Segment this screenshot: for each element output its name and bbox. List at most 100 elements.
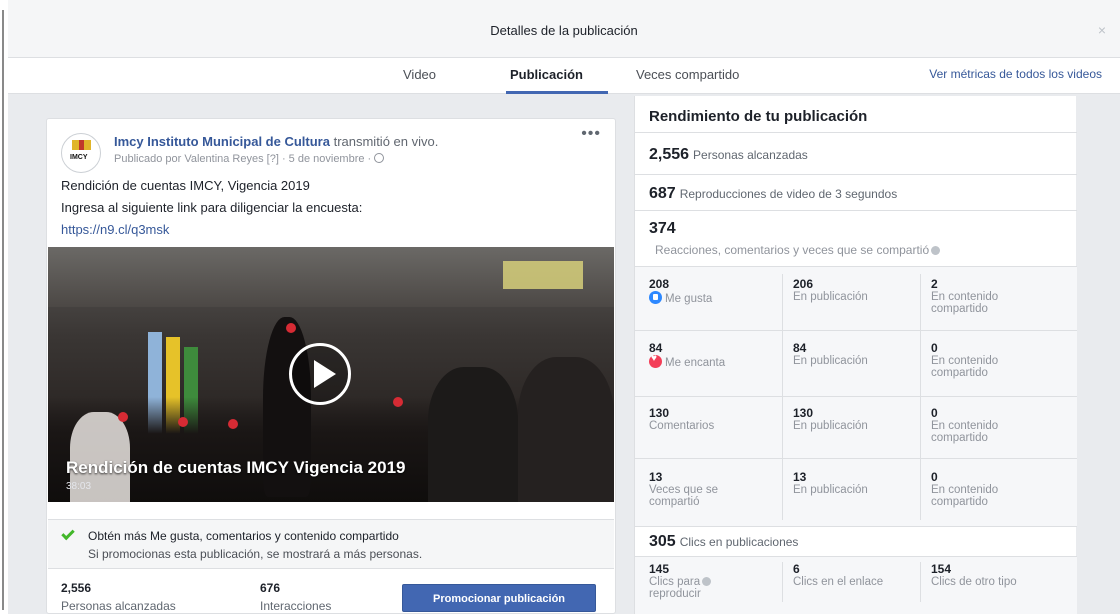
comments-on-shares-cell: 0 En contenido compartido bbox=[931, 406, 1067, 445]
post-reach-label: Personas alcanzadas bbox=[61, 599, 176, 613]
engagement-label-row: Reacciones, comentarios y veces que se c… bbox=[655, 243, 941, 257]
shares-label-2: compartió bbox=[649, 496, 700, 508]
page-name-link[interactable]: Imcy Instituto Municipal de Cultura bbox=[114, 134, 330, 149]
shares-on-shares-value: 0 bbox=[931, 470, 938, 484]
reach-stat: 2,556 Personas alcanzadas bbox=[649, 146, 808, 164]
comments-label: Comentarios bbox=[649, 420, 715, 432]
likes-on-shares-label: En contenido bbox=[931, 291, 999, 303]
video-duration: 38:03 bbox=[66, 481, 92, 492]
comments-value: 130 bbox=[649, 406, 670, 420]
post-text-line1: Rendición de cuentas IMCY, Vigencia 2019 bbox=[61, 178, 310, 193]
page-avatar[interactable]: IMCY bbox=[61, 133, 101, 173]
promotion-tip: Obtén más Me gusta, comentarios y conten… bbox=[48, 519, 614, 569]
shares-on-shares-label-2: compartido bbox=[931, 496, 988, 508]
post-action-text: transmitió en vivo. bbox=[329, 134, 439, 149]
comments-on-shares-value: 0 bbox=[931, 406, 938, 420]
shares-on-shares-cell: 0 En contenido compartido bbox=[931, 470, 1067, 509]
shares-on-post-label: En publicación bbox=[793, 484, 868, 496]
love-icon bbox=[649, 353, 662, 368]
plays-3s-value: 687 bbox=[649, 185, 676, 202]
post-details-dialog: Detalles de la publicación × Video Publi… bbox=[8, 0, 1120, 614]
play-clicks-cell: 145 Clics para reproducir bbox=[649, 563, 785, 600]
post-link[interactable]: https://n9.cl/q3msk bbox=[61, 222, 169, 237]
close-icon[interactable]: × bbox=[1098, 22, 1106, 38]
dialog-titlebar: Detalles de la publicación × bbox=[8, 0, 1120, 58]
play-clicks-label: Clics para bbox=[649, 576, 701, 588]
clicks-value: 305 bbox=[649, 533, 676, 550]
engagement-value: 374 bbox=[649, 220, 676, 237]
likes-cell: 208 Me gusta bbox=[649, 278, 785, 305]
tab-veces-compartido[interactable]: Veces compartido bbox=[636, 67, 739, 82]
loves-label: Me encanta bbox=[665, 357, 726, 369]
loves-on-post-label: En publicación bbox=[793, 355, 868, 367]
post-preview-card: IMCY Imcy Instituto Municipal de Cultura… bbox=[46, 118, 616, 614]
plays-3s-stat: 687 Reproducciones de video de 3 segundos bbox=[649, 185, 897, 203]
left-edge bbox=[0, 0, 8, 614]
likes-label: Me gusta bbox=[665, 293, 713, 305]
tab-video[interactable]: Video bbox=[403, 67, 436, 82]
video-title: Rendición de cuentas IMCY Vigencia 2019 bbox=[66, 458, 406, 477]
comments-on-shares-label: En contenido bbox=[931, 420, 999, 432]
comments-on-post-value: 130 bbox=[793, 406, 814, 420]
comments-on-shares-label-2: compartido bbox=[931, 432, 988, 444]
post-interactions-label: Interacciones bbox=[260, 599, 332, 613]
active-tab-indicator bbox=[506, 91, 608, 94]
checkmark-icon bbox=[61, 526, 75, 541]
likes-on-shares-label-2: compartido bbox=[931, 303, 988, 315]
play-icon[interactable] bbox=[289, 343, 351, 405]
play-clicks-value: 145 bbox=[649, 562, 670, 576]
comments-on-post-label: En publicación bbox=[793, 420, 868, 432]
link-clicks-label: Clics en el enlace bbox=[793, 576, 884, 588]
comments-cell: 130 Comentarios bbox=[649, 406, 785, 433]
more-options-icon[interactable]: ••• bbox=[581, 125, 601, 143]
comments-on-post-cell: 130 En publicación bbox=[793, 406, 929, 433]
other-clicks-cell: 154 Clics de otro tipo bbox=[931, 563, 1067, 589]
loves-on-shares-cell: 0 En contenido compartido bbox=[931, 342, 1067, 380]
video-player[interactable]: Rendición de cuentas IMCY Vigencia 2019 … bbox=[48, 247, 614, 502]
post-interactions-value: 676 bbox=[260, 581, 281, 595]
tab-publicacion[interactable]: Publicación bbox=[510, 67, 583, 82]
promote-post-button[interactable]: Promocionar publicación bbox=[402, 584, 596, 612]
post-header: IMCY Imcy Instituto Municipal de Cultura… bbox=[61, 125, 601, 173]
panel-title: Rendimiento de tu publicación bbox=[649, 108, 868, 125]
promotion-heading: Obtén más Me gusta, comentarios y conten… bbox=[88, 529, 399, 543]
post-meta: Publicado por Valentina Reyes [?] · 5 de… bbox=[114, 153, 385, 165]
shares-label: Veces que se bbox=[649, 484, 719, 496]
plays-3s-label: Reproducciones de video de 3 segundos bbox=[679, 187, 898, 201]
loves-cell: 84 Me encanta bbox=[649, 342, 785, 369]
reach-label: Personas alcanzadas bbox=[693, 148, 808, 162]
link-clicks-cell: 6 Clics en el enlace bbox=[793, 562, 929, 589]
clicks-label: Clics en publicaciones bbox=[679, 535, 799, 549]
info-icon[interactable] bbox=[931, 246, 941, 255]
likes-value: 208 bbox=[649, 277, 670, 291]
shares-on-post-value: 13 bbox=[793, 470, 807, 484]
reach-value: 2,556 bbox=[649, 146, 690, 163]
promotion-subtext: Si promocionas esta publicación, se most… bbox=[88, 547, 423, 561]
post-reach-value: 2,556 bbox=[61, 581, 92, 595]
info-icon[interactable] bbox=[702, 577, 712, 586]
like-icon bbox=[649, 291, 662, 304]
loves-value: 84 bbox=[649, 341, 663, 355]
dialog-title: Detalles de la publicación bbox=[490, 23, 638, 38]
likes-on-post-cell: 206 En publicación bbox=[793, 277, 929, 304]
post-meta-text: Publicado por Valentina Reyes [?] · 5 de… bbox=[114, 153, 372, 165]
link-clicks-value: 6 bbox=[793, 562, 800, 576]
all-video-metrics-link[interactable]: Ver métricas de todos los videos bbox=[929, 67, 1102, 81]
likes-on-post-label: En publicación bbox=[793, 291, 868, 303]
tabs-bar: Video Publicación Veces compartido Ver m… bbox=[8, 58, 1120, 94]
loves-on-shares-label: En contenido bbox=[931, 355, 999, 367]
avatar-text: IMCY bbox=[70, 154, 88, 161]
likes-on-shares-value: 2 bbox=[931, 277, 938, 291]
shares-value: 13 bbox=[649, 470, 663, 484]
shares-on-shares-label: En contenido bbox=[931, 484, 999, 496]
likes-on-post-value: 206 bbox=[793, 277, 814, 291]
engagement-label: Reacciones, comentarios y veces que se c… bbox=[655, 243, 930, 257]
loves-on-post-value: 84 bbox=[793, 341, 807, 355]
loves-on-post-cell: 84 En publicación bbox=[793, 341, 929, 368]
shares-cell: 13 Veces que se compartió bbox=[649, 470, 785, 509]
other-clicks-label: Clics de otro tipo bbox=[931, 576, 1017, 588]
shares-on-post-cell: 13 En publicación bbox=[793, 470, 929, 497]
performance-panel: Rendimiento de tu publicación 2,556 Perso… bbox=[634, 96, 1077, 614]
post-text-line2: Ingresa al siguiente link para diligenci… bbox=[61, 200, 363, 215]
post-author-line: Imcy Instituto Municipal de Cultura tran… bbox=[114, 134, 438, 149]
